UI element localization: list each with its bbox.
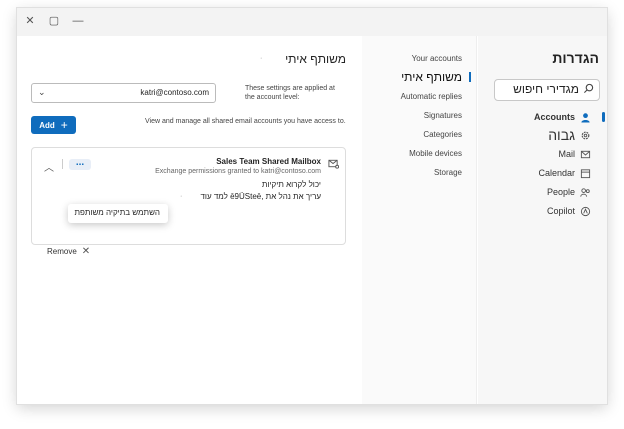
accounts-subnav: Your accounts משותף איתי Automatic repli… xyxy=(362,36,477,404)
subnav-selection-indicator xyxy=(469,72,471,82)
permission-manage: עריך את נהל את ,ē9ÜSteē למד עוד xyxy=(200,192,321,201)
nav-selection-indicator xyxy=(602,112,605,122)
manage-note: View and manage all shared email account… xyxy=(145,118,346,125)
subnav-shared-with-me[interactable]: משותף איתי xyxy=(401,70,462,84)
separator-mark: · xyxy=(180,193,183,200)
settings-window: ✕ ▢ — הגדרות מגדירי חיפוש Accounts גבוה … xyxy=(17,8,607,404)
calendar-icon xyxy=(579,167,591,179)
nav-item-general[interactable]: גבוה xyxy=(548,127,591,143)
remove-button-label: Remove xyxy=(47,247,77,256)
title-dot: · xyxy=(260,55,263,62)
use-shared-folder-menu-item[interactable]: השתמש בתיקיה משותפת xyxy=(74,208,160,217)
shared-mailbox-icon xyxy=(328,159,339,169)
applied-note: These settings are applied at the accoun… xyxy=(245,85,335,101)
nav-item-label: Copilot xyxy=(546,206,575,216)
chevron-down-icon: ⌄ xyxy=(38,87,46,97)
nav-item-label: People xyxy=(546,187,575,197)
nav-item-accounts[interactable]: Accounts xyxy=(534,109,591,125)
add-button-label: Add xyxy=(39,120,55,130)
permission-read: יכול לקרוא תיקיות xyxy=(261,180,321,189)
person-icon xyxy=(579,111,591,123)
gear-icon xyxy=(579,129,591,141)
nav-item-people[interactable]: People xyxy=(547,184,591,200)
subnav-mobile-devices[interactable]: Mobile devices xyxy=(409,149,462,158)
minimize-window-button[interactable]: — xyxy=(71,14,85,28)
more-options-button[interactable]: ... xyxy=(69,158,91,170)
nav-item-mail[interactable]: Mail xyxy=(558,146,591,162)
shared-with-me-pane: משותף איתי · These settings are applied … xyxy=(17,36,362,404)
remove-button[interactable]: Remove ✕ xyxy=(47,246,90,257)
divider xyxy=(62,159,63,169)
plus-icon: + xyxy=(60,118,68,132)
people-icon xyxy=(579,186,591,198)
account-dropdown-value: katri@contoso.com xyxy=(140,88,209,97)
mailbox-title: Sales Team Shared Mailbox xyxy=(216,157,321,166)
search-icon xyxy=(583,83,594,94)
subnav-signatures[interactable]: Signatures xyxy=(424,111,462,120)
copilot-icon xyxy=(579,205,591,217)
chevron-up-icon[interactable]: ︿ xyxy=(44,159,54,174)
title-bar: ✕ ▢ — xyxy=(17,8,607,36)
settings-title: הגדרות xyxy=(552,50,599,66)
settings-nav: הגדרות מגדירי חיפוש Accounts גבוה Mail C… xyxy=(478,36,607,404)
nav-item-copilot[interactable]: Copilot xyxy=(547,203,591,219)
settings-search-input[interactable]: מגדירי חיפוש xyxy=(494,79,600,101)
subnav-categories[interactable]: Categories xyxy=(423,130,462,139)
account-dropdown[interactable]: katri@contoso.com ⌄ xyxy=(31,83,216,103)
context-menu: השתמש בתיקיה משותפת xyxy=(68,204,168,223)
close-window-button[interactable]: ✕ xyxy=(23,14,37,28)
subnav-automatic-replies[interactable]: Automatic replies xyxy=(401,92,462,101)
subnav-your-accounts[interactable]: Your accounts xyxy=(412,54,462,63)
search-input-value: מגדירי חיפוש xyxy=(513,82,579,96)
nav-item-label: Calendar xyxy=(538,168,575,178)
mailbox-subtitle: Exchange permissions granted to katri@co… xyxy=(155,168,321,175)
maximize-window-button[interactable]: ▢ xyxy=(47,14,61,28)
subnav-storage[interactable]: Storage xyxy=(434,168,462,177)
shared-mailbox-card: Sales Team Shared Mailbox Exchange permi… xyxy=(31,147,346,245)
nav-item-label: גבוה xyxy=(548,127,575,143)
add-button[interactable]: Add + xyxy=(31,116,76,134)
page-title: משותף איתי xyxy=(285,52,346,66)
nav-item-calendar[interactable]: Calendar xyxy=(538,165,591,181)
nav-item-label: Accounts xyxy=(533,112,575,122)
nav-item-label: Mail xyxy=(558,149,575,159)
close-icon: ✕ xyxy=(81,246,91,257)
mail-icon xyxy=(579,148,591,160)
